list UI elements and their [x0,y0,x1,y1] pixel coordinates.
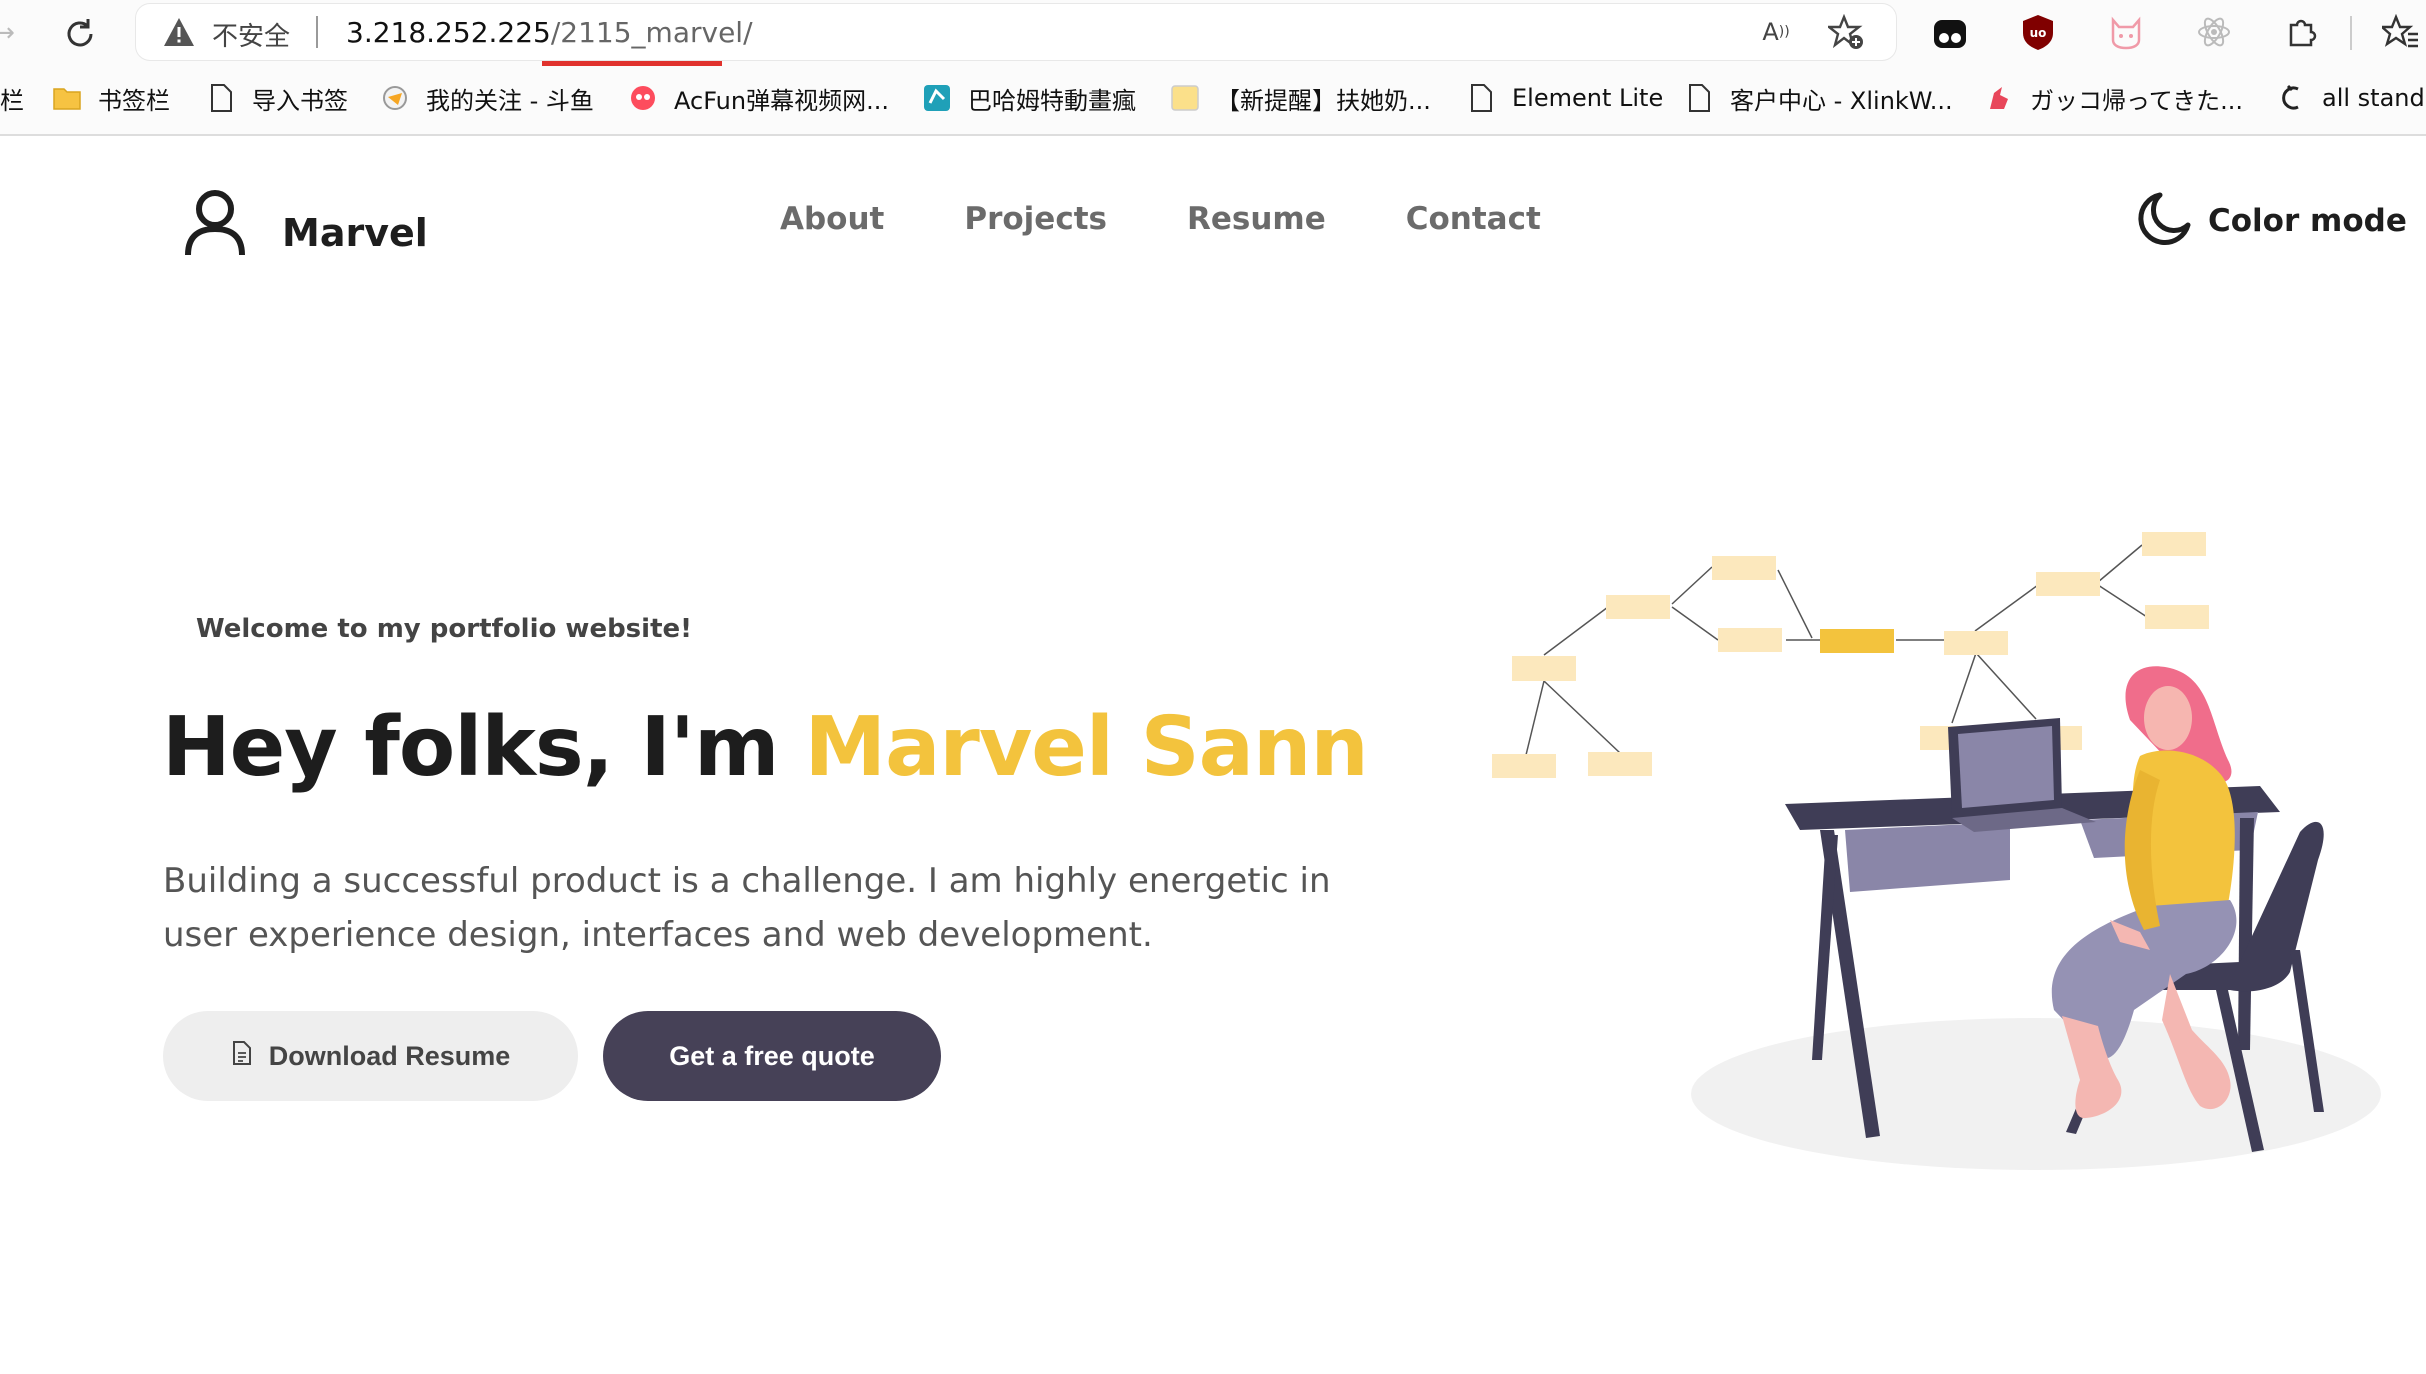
address-divider [316,16,318,48]
bookmark-label: 【新提醒】扶她奶... [1216,86,1431,115]
bookmark-label: 书签栏 [98,86,170,115]
bahamut-icon [922,83,952,113]
react-devtools-icon[interactable] [2194,12,2234,52]
hero-description: Building a successful product is a chall… [163,861,1331,955]
svg-text:uo: uo [2030,26,2047,40]
bookmark-label: 导入书签 [252,86,348,115]
bookmark-label: Element Lite [1512,84,1664,112]
url-highlight-underline [542,61,722,66]
color-mode-label: Color mode [2208,203,2407,239]
bookmark-item[interactable]: 导入书签 [206,74,348,122]
forward-arrow-icon[interactable]: → [0,18,15,48]
free-quote-button[interactable]: Get a free quote [603,1011,941,1101]
moon-c-icon [2276,83,2306,113]
warning-icon [162,16,196,52]
color-mode-toggle[interactable]: Color mode [2136,191,2407,251]
url-text[interactable]: 3.218.252.225/2115_marvel/ [346,16,753,49]
site-header: Marvel About Projects Resume Contact Col… [0,137,2426,337]
nav-projects[interactable]: Projects [964,201,1107,237]
browser-chrome: → 不安全 3.218.252.225/2115_marvel/ A)) uo … [0,0,2426,136]
cat-extension-icon[interactable] [2106,12,2146,52]
page-icon [206,83,236,113]
bookmark-item[interactable]: 巴哈姆特動畫瘋 [922,74,1136,122]
bookmark-label: 巴哈姆特動畫瘋 [968,86,1136,115]
folder-icon [52,83,82,113]
bookmark-label: 栏 [0,86,24,115]
bookmark-item[interactable]: ガッコ帰ってきた... [1984,74,2243,122]
mindmap-nodes [1492,532,2209,778]
bookmark-label: ガッコ帰ってきた... [2030,86,2243,115]
document-icon [231,1040,253,1073]
bookmark-label: all standa [2322,84,2426,112]
bookmarks-bar: 栏 书签栏 导入书签 我的关注 - 斗鱼 AcFun弹幕视频网... 巴哈姆特動… [0,74,2426,122]
hero-illustration [1480,520,2426,1180]
hero-title-name: Marvel Sann [804,700,1368,795]
bookmark-label: AcFun弹幕视频网... [674,86,889,115]
site-logo[interactable]: Marvel [180,187,428,261]
download-resume-button[interactable]: Download Resume [163,1011,578,1101]
url-path: /2115_marvel/ [550,16,753,49]
download-resume-label: Download Resume [268,1040,511,1071]
favorites-icon[interactable] [2380,12,2420,52]
moon-icon [2136,191,2192,251]
hero-title: Hey folks, I'm Marvel Sann [162,700,1369,795]
acfun-icon [628,83,658,113]
user-icon [180,187,250,261]
hero-title-prefix: Hey folks, I'm [162,700,779,795]
read-aloud-icon[interactable]: A)) [1756,12,1796,52]
reload-icon[interactable] [58,12,102,56]
bookmark-item[interactable]: 【新提醒】扶她奶... [1170,74,1431,122]
bookmark-label: 我的关注 - 斗鱼 [426,86,594,115]
bookmark-item[interactable]: 我的关注 - 斗鱼 [380,74,594,122]
bookmark-item[interactable]: 书签栏 [52,74,170,122]
unicorn-icon [1984,83,2014,113]
toolbar-divider [2350,16,2352,50]
add-favorite-icon[interactable] [1826,12,1866,52]
brand-name: Marvel [282,211,428,255]
bookmark-item[interactable]: AcFun弹幕视频网... [628,74,889,122]
douyu-icon [380,83,410,113]
nav-about[interactable]: About [780,201,884,237]
page-icon [1684,83,1714,113]
bookmark-label: 客户中心 - XlinkW... [1730,86,1953,115]
bookmark-item[interactable]: all standa [2276,74,2426,122]
address-bar[interactable]: 不安全 3.218.252.225/2115_marvel/ A)) [136,4,1896,66]
tampermonkey-icon[interactable] [1930,14,1970,54]
ublock-icon[interactable]: uo [2018,12,2058,52]
url-host: 3.218.252.225 [346,16,551,49]
bookmark-item[interactable]: 客户中心 - XlinkW... [1684,74,1953,122]
free-quote-label: Get a free quote [669,1040,875,1071]
bookmark-item[interactable]: Element Lite [1466,74,1663,122]
main-nav: About Projects Resume Contact [780,201,1621,237]
nav-resume[interactable]: Resume [1187,201,1326,237]
nav-contact[interactable]: Contact [1406,201,1541,237]
forum-icon [1170,83,1200,113]
mindmap-highlight-node [1820,629,1894,653]
floor-shadow [1691,1018,2381,1170]
hero-welcome-text: Welcome to my portfolio website! [196,614,692,644]
page-icon [1466,83,1496,113]
bookmark-item[interactable]: 栏 [0,74,24,122]
insecure-label: 不安全 [212,22,291,52]
extensions-puzzle-icon[interactable] [2282,12,2322,52]
